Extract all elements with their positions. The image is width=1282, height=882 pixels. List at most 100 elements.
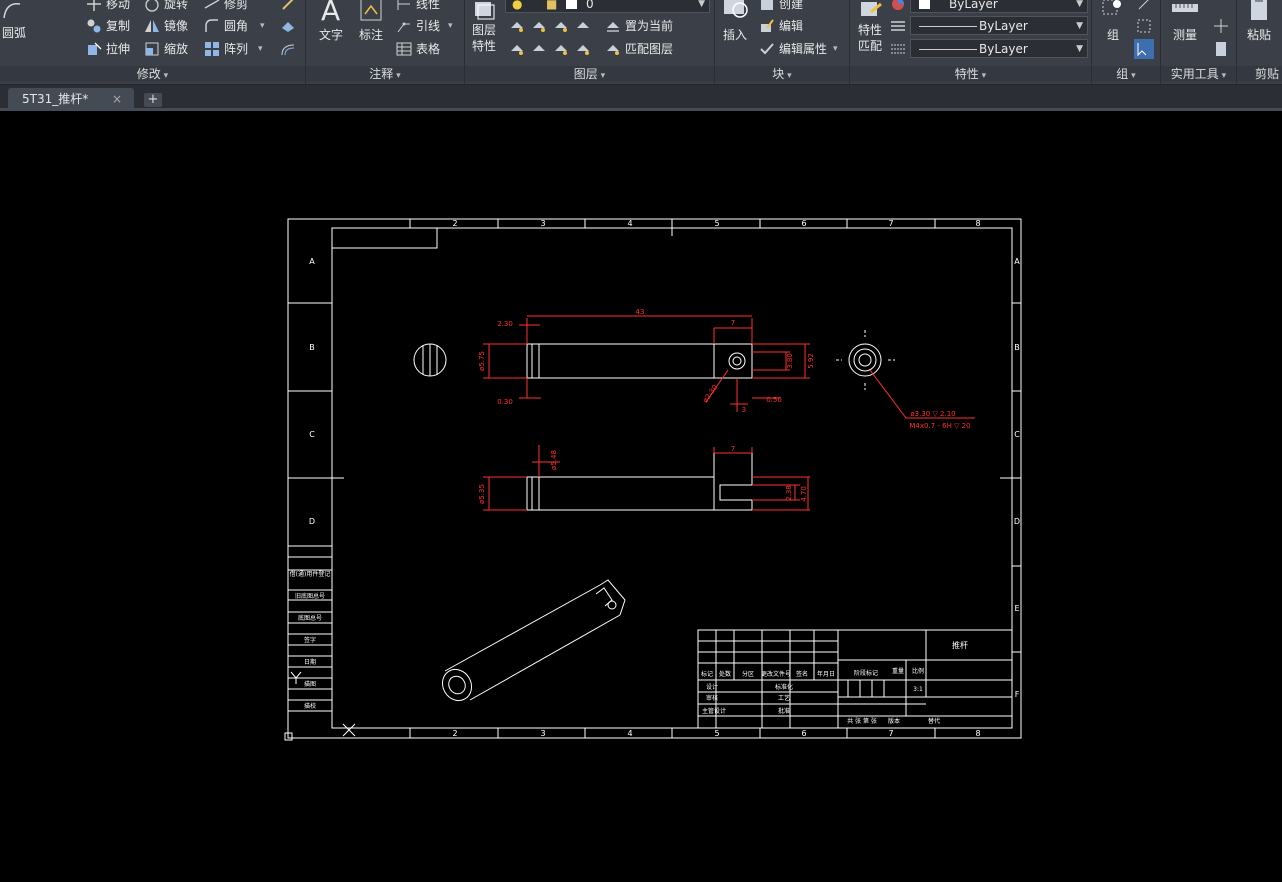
edit-attributes-label: 编辑属性 [779, 42, 828, 56]
panel-modify-title[interactable]: 修改 [0, 66, 305, 82]
table-button[interactable]: 表格 [396, 39, 440, 59]
panel-groups-title[interactable]: 组 [1092, 66, 1160, 82]
layer-tool-icons-1 [511, 22, 589, 32]
create-block-icon [761, 0, 773, 10]
arc-button[interactable]: 圆弧 [0, 24, 28, 41]
lineweight-value: ByLayer [979, 42, 1028, 56]
text-button[interactable]: A 文字 [314, 0, 348, 43]
panel-block: 插入 创建 编辑 编辑属性 ▾ 块 [715, 0, 850, 84]
dimension-label: 标注 [358, 28, 383, 42]
paste-button[interactable]: 粘贴 [1241, 0, 1277, 43]
match-layer-button[interactable]: 匹配图层 [605, 39, 673, 59]
panel-modify: 圆弧 移动 旋转 修剪 复制 镜像 圆角 ▾ 拉伸 缩放 阵列 ▾ 修改 ▾ [0, 0, 306, 84]
dim-text: ø5.75 [478, 351, 486, 371]
rotate-button[interactable]: 旋转 [144, 0, 188, 14]
scale-button[interactable]: 缩放 [144, 39, 188, 59]
part-end-view-left [413, 343, 447, 377]
linetype-dropdown[interactable]: ByLayer ▼ [910, 16, 1088, 35]
linear-label: 线性 [416, 0, 441, 11]
stretch-button[interactable]: 拉伸 [86, 39, 130, 59]
drawing-canvas[interactable]: 2 3 4 5 6 7 8 2 3 4 5 6 7 8 A B C D A B … [0, 111, 1282, 882]
edit-attributes-button[interactable]: 编辑属性 ▾ [759, 39, 838, 59]
group-edit-button[interactable] [1136, 16, 1156, 36]
measure-label: 测量 [1172, 28, 1197, 42]
part-front-view [526, 452, 753, 511]
col-label: 2 [452, 729, 457, 738]
match-properties-button[interactable]: 特性 匹配 [852, 0, 888, 54]
edit-block-label: 编辑 [779, 19, 804, 33]
linetype-icon-area [890, 16, 910, 36]
calculator-icon [1216, 42, 1226, 56]
layer-properties-button[interactable]: 图层 特性 [467, 0, 501, 54]
array-button[interactable]: 阵列 ▾ [204, 39, 263, 59]
panel-layers-title[interactable]: 图层 [465, 66, 714, 82]
match-layer-label: 匹配图层 [625, 42, 674, 56]
dim-text: 0.50 [766, 396, 782, 404]
col-label: 3 [540, 219, 545, 228]
panel-annotation-title[interactable]: 注释 [306, 66, 464, 82]
stretch-label: 拉伸 [106, 42, 131, 56]
svg-text:A: A [321, 0, 340, 24]
part-end-view-right [836, 330, 895, 390]
edit-block-button[interactable]: 编辑 [759, 16, 803, 36]
edit-attributes-icon [760, 43, 774, 55]
group-select-button[interactable] [1134, 39, 1154, 59]
row-label: A [1014, 257, 1020, 266]
move-icon [87, 0, 101, 11]
copy-button[interactable]: 复制 [86, 16, 130, 36]
create-block-button[interactable]: 创建 [759, 0, 803, 14]
sheet-inner-border [331, 227, 1013, 729]
layer-tools-row1[interactable] [509, 16, 597, 36]
panel-block-title[interactable]: 块 [715, 66, 849, 82]
set-current-button[interactable]: 置为当前 [605, 16, 673, 36]
ungroup-button[interactable] [1136, 0, 1156, 14]
drawing-sheet[interactable]: 2 3 4 5 6 7 8 2 3 4 5 6 7 8 A B C D A B … [0, 111, 1282, 882]
leader-button[interactable]: 引线 ▾ [396, 16, 453, 36]
tb-cell: 签名 [796, 670, 808, 678]
side-table-cell: 日期 [304, 658, 316, 666]
tb-cell: 分区 [742, 670, 754, 678]
dim-text: 2.38 [785, 485, 793, 501]
measure-button[interactable]: 测量 [1165, 0, 1205, 43]
explode-button[interactable] [280, 16, 300, 36]
panel-utilities-title[interactable]: 实用工具 [1161, 66, 1236, 82]
panel-clipboard-title[interactable]: 剪贴 [1237, 66, 1282, 82]
text-label: 文字 [318, 28, 343, 42]
col-label: 2 [452, 219, 457, 228]
tb-cell: 阶段标记 [854, 669, 878, 677]
dimension-button[interactable]: 标注 [354, 0, 388, 43]
offset-button[interactable] [280, 39, 300, 59]
erase-button[interactable] [280, 0, 300, 14]
dimension-lines [483, 315, 975, 511]
lineweight-dropdown[interactable]: ByLayer ▼ [910, 39, 1088, 58]
move-button[interactable]: 移动 [86, 0, 130, 14]
match-properties-icon [861, 2, 882, 16]
col-label: 6 [801, 729, 806, 738]
insert-label: 插入 [722, 28, 747, 42]
fillet-button[interactable]: 圆角 ▾ [204, 16, 265, 36]
dim-text: 3.80 [786, 353, 794, 369]
paste-label: 粘贴 [1246, 28, 1271, 42]
linear-button[interactable]: 线性 [396, 0, 440, 14]
tb-cell: 版本 [888, 717, 900, 725]
tb-cell: 比例 [912, 667, 924, 675]
tb-cell: 处数 [719, 670, 731, 678]
panel-properties-title[interactable]: 特性 [850, 66, 1091, 82]
group-button[interactable]: 组 [1096, 0, 1130, 43]
layer-dropdown[interactable]: ● ■ 0 ▼ [505, 0, 710, 13]
mirror-button[interactable]: 镜像 [144, 16, 188, 36]
insert-button[interactable]: 插入 [717, 0, 753, 43]
new-tab-button[interactable]: + [144, 93, 162, 107]
ribbon: 圆弧 移动 旋转 修剪 复制 镜像 圆角 ▾ 拉伸 缩放 阵列 ▾ 修改 ▾ A… [0, 0, 1282, 85]
point-button[interactable] [1213, 16, 1233, 36]
row-label: B [1014, 343, 1020, 352]
point-icon [1214, 19, 1228, 33]
dim-text: ø5.48 [550, 450, 558, 470]
row-label: E [1014, 604, 1019, 613]
color-dropdown[interactable]: ByLayer ▼ [910, 0, 1088, 13]
layer-tools-row2[interactable] [509, 39, 597, 59]
part-name: 推杆 [952, 640, 968, 650]
quick-calc-button[interactable] [1213, 39, 1233, 59]
tb-cell: 替代 [928, 717, 940, 725]
trim-button[interactable]: 修剪 [204, 0, 248, 14]
